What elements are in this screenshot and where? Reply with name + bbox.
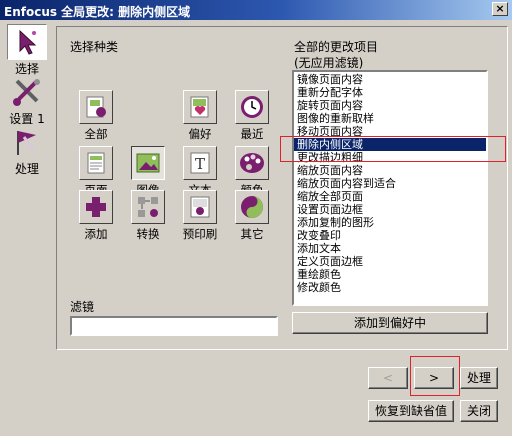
changes-title: 全部的更改项目 (294, 40, 379, 54)
tools-icon (7, 74, 47, 110)
plus-icon (79, 190, 113, 224)
back-button[interactable]: < (368, 367, 408, 389)
sidebar-item-label: 处理 (14, 162, 39, 176)
category-favorites[interactable]: 偏好 (174, 90, 226, 142)
list-item[interactable]: 重新分配字体 (294, 86, 486, 99)
list-item[interactable]: 缩放页面内容 (294, 164, 486, 177)
restore-defaults-button[interactable]: 恢复到缺省值 (368, 400, 454, 422)
changes-list[interactable]: 镜像页面内容 重新分配字体 旋转页面内容 图像的重新取样 移动页面内容 删除内侧… (292, 70, 488, 306)
category-label: 选择种类 (70, 40, 119, 54)
category-convert[interactable]: 转换 (122, 190, 174, 242)
sidebar-item-select[interactable]: 选择 (4, 24, 50, 77)
list-item[interactable]: 更改描边粗细 (294, 151, 486, 164)
list-item[interactable]: 镜像页面内容 (294, 73, 486, 86)
list-item[interactable]: 移动页面内容 (294, 125, 486, 138)
other-icon (235, 190, 269, 224)
palette-icon (235, 146, 269, 180)
category-label: 全部 (84, 127, 108, 141)
category-prepress[interactable]: 预印刷 (174, 190, 226, 242)
category-all[interactable]: 全部 (70, 90, 122, 142)
all-icon (79, 90, 113, 124)
list-item[interactable]: 重绘颜色 (294, 268, 486, 281)
next-button[interactable]: > (414, 367, 454, 389)
flag-icon (7, 124, 47, 160)
list-item[interactable]: 旋转页面内容 (294, 99, 486, 112)
category-other[interactable]: 其它 (226, 190, 278, 242)
category-label: 转换 (136, 227, 160, 241)
text-icon: T (183, 146, 217, 180)
category-recent[interactable]: 最近 (226, 90, 278, 142)
process-button[interactable]: 处理 (460, 367, 498, 389)
list-item[interactable]: 缩放全部页面 (294, 190, 486, 203)
list-item[interactable]: 缩放页面内容到适合 (294, 177, 486, 190)
svg-text:T: T (195, 155, 205, 173)
title-bar: Enfocus 全局更改: 删除内侧区域 × (0, 0, 512, 20)
list-item[interactable]: 改变叠印 (294, 229, 486, 242)
filter-label: 滤镜 (70, 300, 95, 314)
list-item[interactable]: 设置页面边框 (294, 203, 486, 216)
list-item[interactable]: 添加文本 (294, 242, 486, 255)
add-to-favorites-button[interactable]: 添加到偏好中 (292, 312, 488, 334)
category-label: 偏好 (188, 127, 212, 141)
category-label: 预印刷 (182, 227, 218, 241)
list-item[interactable]: 图像的重新取样 (294, 112, 486, 125)
category-label: 最近 (240, 127, 264, 141)
list-item[interactable]: 定义页面边框 (294, 255, 486, 268)
convert-icon (131, 190, 165, 224)
page-icon (79, 146, 113, 180)
cursor-icon (7, 24, 47, 60)
close-window-button[interactable]: × (492, 2, 508, 16)
prepress-icon (183, 190, 217, 224)
filter-input[interactable] (70, 316, 278, 336)
changes-subtitle: (无应用滤镜) (294, 56, 364, 70)
clock-icon (235, 90, 269, 124)
category-label: 其它 (240, 227, 264, 241)
favorites-icon (183, 90, 217, 124)
list-item-selected[interactable]: 删除内侧区域 (294, 138, 486, 151)
window-title: Enfocus 全局更改: 删除内侧区域 (4, 5, 191, 19)
sidebar-item-process[interactable]: 处理 (4, 124, 50, 177)
close-button[interactable]: 关闭 (460, 400, 498, 422)
sidebar-item-settings[interactable]: 设置 1 (4, 74, 50, 127)
category-add[interactable]: 添加 (70, 190, 122, 242)
image-icon (131, 146, 165, 180)
list-item[interactable]: 修改颜色 (294, 281, 486, 294)
list-item[interactable]: 添加复制的图形 (294, 216, 486, 229)
category-label: 添加 (84, 227, 108, 241)
